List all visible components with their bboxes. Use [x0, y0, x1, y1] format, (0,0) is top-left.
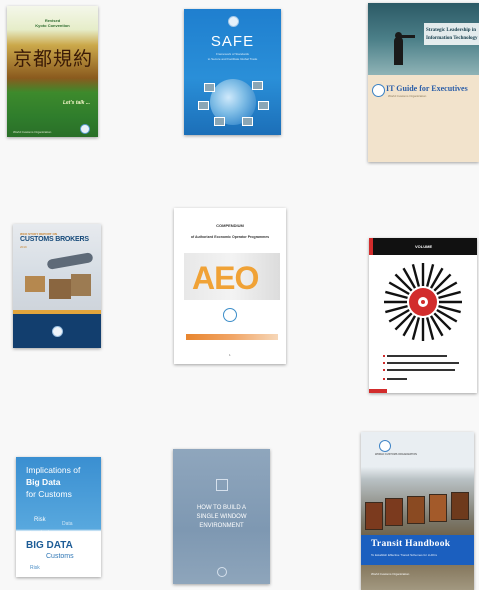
publication-cover-volume[interactable]: VOLUME	[369, 238, 477, 393]
cover-gradient-bar	[186, 334, 278, 340]
photo-thumbnail	[204, 83, 215, 92]
text-line	[387, 378, 407, 380]
cover-title-line2: Kyoto Convention	[35, 23, 70, 28]
text-line	[387, 362, 459, 364]
sunburst-ray	[438, 304, 461, 314]
photo-thumbnail	[214, 117, 225, 126]
cover-subtitle: To Establish Effective Transit Schemes f…	[371, 553, 437, 557]
photo-thumbnail	[258, 101, 269, 110]
cover-title: CUSTOMS BROKERS	[20, 236, 89, 243]
cover-sub: 2019	[20, 245, 27, 249]
word-cloud-item: Customs	[46, 553, 74, 560]
wco-logo-icon	[223, 308, 237, 322]
cover-title-line3: for Customs	[26, 489, 72, 499]
publication-cover-customs-brokers[interactable]: WCO STUDY REPORT ON CUSTOMS BROKERS 2019	[13, 224, 101, 348]
sunburst-ray	[438, 290, 461, 300]
cover-strap-band	[424, 23, 479, 45]
sunburst-ray	[425, 264, 435, 287]
cover-image-text: AEO	[192, 260, 259, 296]
truck-icon	[365, 502, 383, 530]
cover-org: World Customs Organization	[388, 94, 427, 98]
wco-logo-icon	[228, 16, 239, 27]
sunburst-ray	[411, 264, 421, 287]
wco-logo-icon	[372, 84, 385, 97]
sunburst-ray	[411, 317, 421, 340]
bullet-icon	[383, 378, 385, 380]
truck-icon	[385, 498, 403, 526]
cover-page-note: 1	[229, 353, 231, 357]
cover-logo-text: WORLD CUSTOMS ORGANIZATION	[375, 453, 417, 456]
wco-logo-icon	[52, 326, 63, 337]
cargo-box-icon	[25, 276, 45, 292]
publication-cover-revised-kyoto-convention[interactable]: Revised Kyoto Convention 京都規約 Let's talk…	[7, 6, 98, 137]
publication-cover-safe[interactable]: SAFE Framework of Standards to Secure an…	[184, 9, 281, 135]
cover-accent	[369, 238, 373, 255]
cover-title-bold: Big Data	[26, 477, 61, 487]
sunburst-emblem-icon	[384, 263, 462, 341]
cover-accent	[369, 389, 387, 393]
truck-icon	[407, 496, 425, 524]
word-cloud-item: Risk	[30, 565, 40, 571]
cover-org: World Customs Organization	[371, 572, 410, 576]
cover-tagline: Let's talk ...	[62, 100, 90, 106]
publication-cover-it-guide[interactable]: Strategic Leadership in Information Tech…	[368, 3, 479, 162]
cover-japanese-text: 京都規約	[13, 48, 94, 70]
cover-header-text: VOLUME	[415, 244, 433, 249]
photo-thumbnail	[198, 101, 209, 110]
word-cloud-item: Data	[62, 521, 73, 527]
cover-footer: World Customs Organization	[13, 130, 52, 134]
person-silhouette-icon	[394, 37, 403, 65]
cover-title: COMPENDIUM	[216, 223, 244, 228]
wco-logo-icon	[379, 440, 391, 452]
bullet-icon	[383, 355, 385, 357]
cover-title: SAFE	[210, 33, 255, 50]
cargo-box-icon	[71, 274, 91, 296]
sunburst-ray	[385, 290, 408, 300]
text-line	[387, 355, 447, 357]
cover-subtitle-line2: to Secure and Facilitate Global Trade	[207, 57, 258, 61]
wco-logo-icon	[217, 567, 227, 577]
cover-title-line2: SINGLE WINDOW	[196, 514, 247, 520]
sunburst-ray	[425, 317, 435, 340]
sunburst-ray	[385, 304, 408, 314]
airplane-icon	[46, 252, 94, 270]
photo-thumbnail	[252, 81, 263, 90]
window-icon	[216, 479, 228, 491]
word-cloud-item: BIG DATA	[26, 540, 73, 551]
publication-cover-aeo-compendium[interactable]: COMPENDIUM of Authorized Economic Operat…	[174, 208, 286, 364]
bullet-icon	[383, 369, 385, 371]
cover-title-line1: Implications of	[26, 465, 81, 475]
cover-strap-line2: Information Technology	[426, 36, 478, 41]
binoculars-icon	[401, 35, 415, 38]
cover-title: Transit Handbook	[371, 539, 451, 549]
cover-title: IT Guide for Executives	[386, 84, 468, 93]
word-cloud-item: Risk	[34, 517, 46, 523]
cover-strap-line1: Strategic Leadership in	[426, 28, 476, 33]
cover-title-line1: HOW TO BUILD A	[196, 505, 247, 511]
text-line	[387, 369, 455, 371]
cover-subtitle: of Authorized Economic Operator Programm…	[190, 235, 270, 239]
word-cloud-item: Analytics	[28, 531, 57, 538]
bullet-icon	[383, 362, 385, 364]
publication-cover-single-window[interactable]: HOW TO BUILD A SINGLE WINDOW ENVIRONMENT	[173, 449, 270, 584]
cover-subtitle-line1: Framework of Standards	[216, 52, 249, 56]
truck-icon	[451, 492, 469, 520]
cargo-box-icon	[49, 279, 71, 299]
cover-title-line3: ENVIRONMENT	[199, 523, 244, 529]
wco-logo-icon	[80, 124, 90, 134]
truck-icon	[429, 494, 447, 522]
cover-title-line2: Big Data	[26, 477, 60, 487]
publication-cover-transit-handbook[interactable]: WORLD CUSTOMS ORGANIZATION Transit Handb…	[361, 432, 474, 590]
publication-cover-big-data[interactable]: Implications of Big Data for Customs Ris…	[16, 457, 101, 577]
photo-thumbnail	[242, 117, 253, 126]
